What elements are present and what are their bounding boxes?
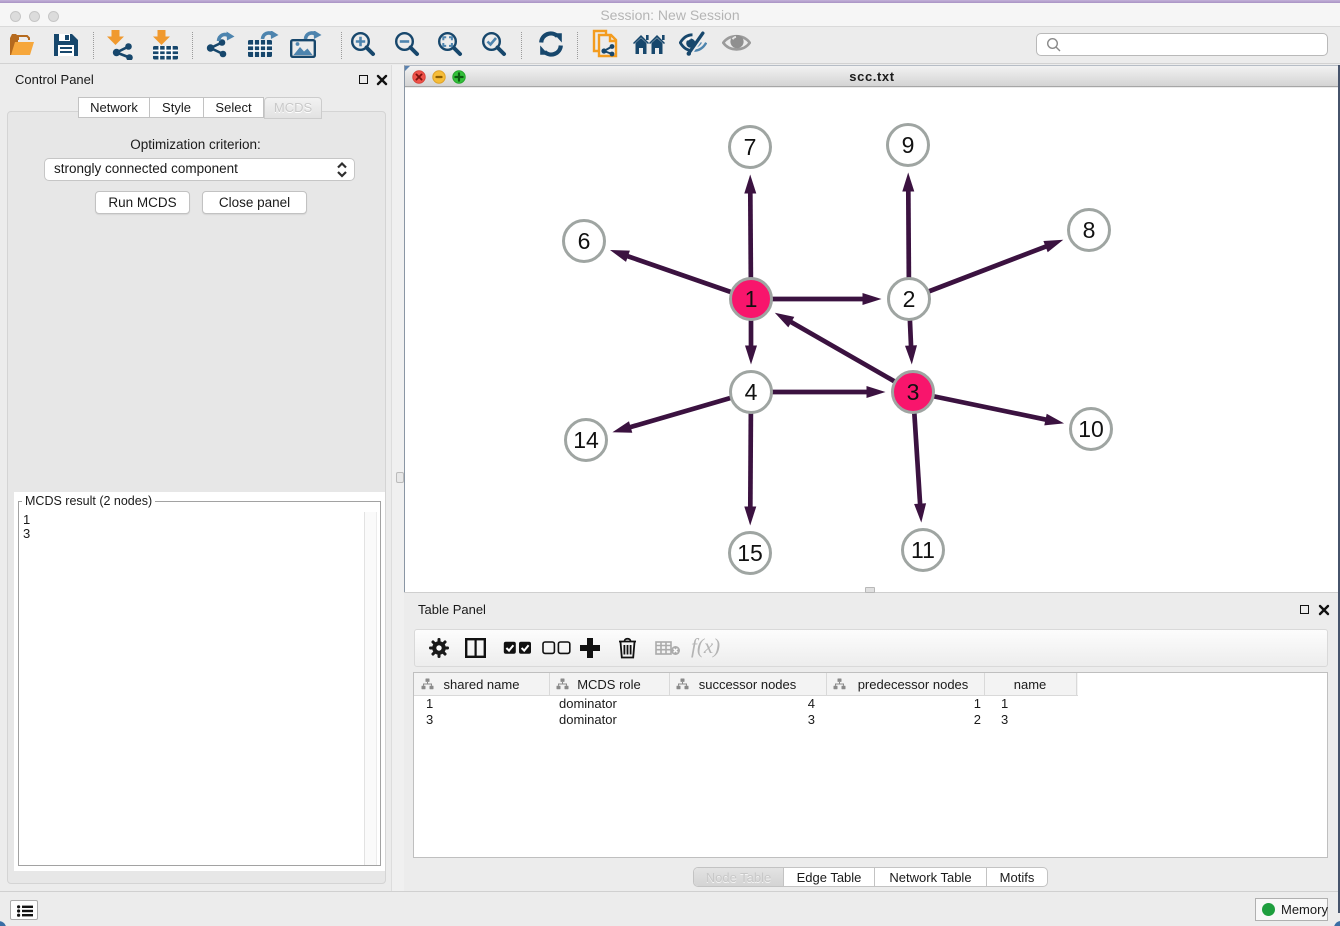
svg-text:10: 10 [1078,416,1104,442]
svg-text:4: 4 [745,379,758,405]
svg-text:7: 7 [744,134,757,160]
svg-text:14: 14 [573,427,599,453]
svg-text:8: 8 [1083,217,1096,243]
svg-text:11: 11 [911,537,935,563]
svg-text:15: 15 [737,540,763,566]
svg-text:9: 9 [902,132,915,158]
svg-text:2: 2 [903,286,916,312]
svg-text:3: 3 [907,379,920,405]
svg-text:6: 6 [578,228,591,254]
svg-text:1: 1 [745,286,758,312]
